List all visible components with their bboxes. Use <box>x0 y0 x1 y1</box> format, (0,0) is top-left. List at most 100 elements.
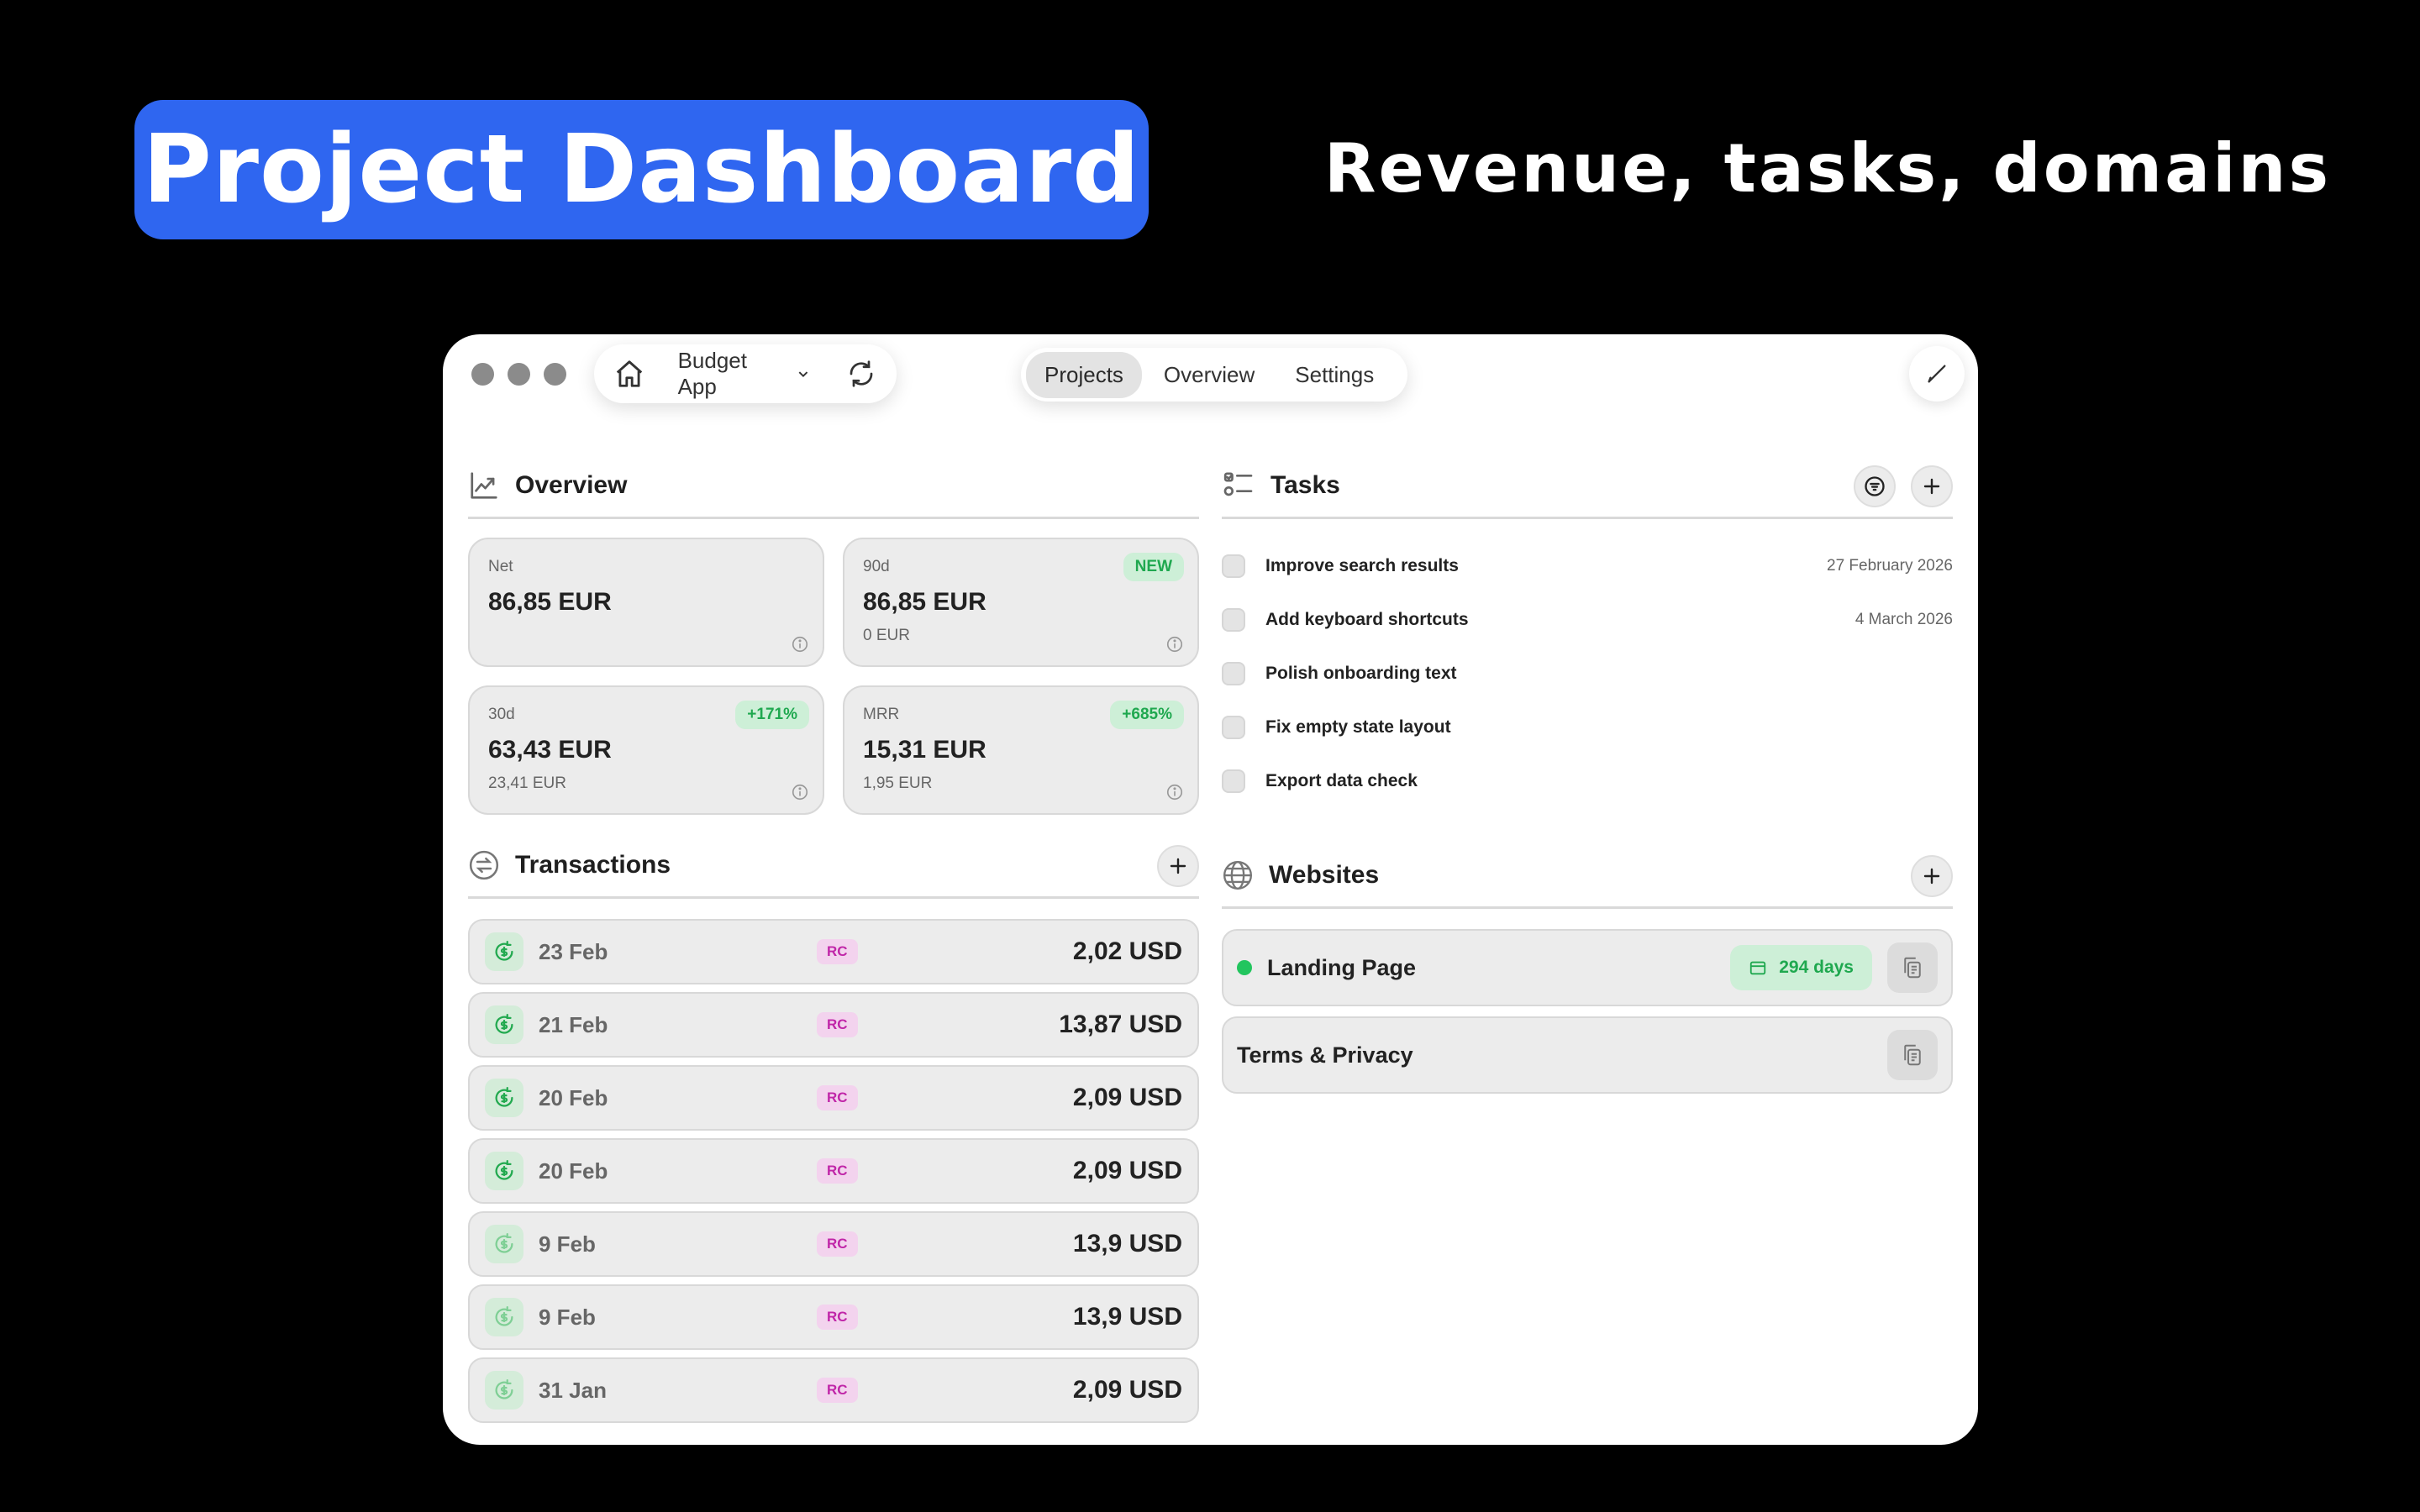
task-due-date: 4 March 2026 <box>1854 611 1953 628</box>
task-title[interactable]: Fix empty state layout <box>1265 717 1451 738</box>
transaction-date: 31 Jan <box>539 1377 607 1403</box>
days-remaining: 294 days <box>1779 958 1854 977</box>
copy-url-button[interactable] <box>1887 1030 1938 1080</box>
websites-section: Websites Landing Page 294 days Terms & P… <box>1222 850 1953 1094</box>
add-website-button[interactable] <box>1911 855 1953 897</box>
task-checkbox[interactable] <box>1222 716 1245 739</box>
window-controls <box>471 363 566 386</box>
transaction-amount: 2,09 USD <box>1072 1157 1182 1184</box>
tab-overview[interactable]: Overview <box>1145 352 1273 398</box>
info-icon[interactable] <box>791 783 809 801</box>
project-name: Budget App <box>677 348 747 399</box>
stat-badge: NEW <box>1123 553 1184 581</box>
task-due-date: 27 February 2026 <box>1827 557 1953 575</box>
minimize-window-button[interactable] <box>508 363 530 386</box>
websites-title: Websites <box>1269 860 1380 889</box>
plus-icon <box>1923 868 1940 885</box>
list-item: Export data check <box>1222 754 1953 808</box>
list-item: Fix empty state layout <box>1222 701 1953 754</box>
transaction-tag: RC <box>817 1085 858 1110</box>
stat-card-90d: 90d NEW 86,85 EUR 0 EUR <box>843 538 1199 667</box>
task-title[interactable]: Add keyboard shortcuts <box>1265 610 1469 630</box>
table-row[interactable]: 9 Feb RC 13,9 USD <box>468 1211 1199 1277</box>
transaction-amount: 2,09 USD <box>1072 1084 1182 1111</box>
transaction-amount: 13,9 USD <box>1072 1303 1182 1331</box>
transaction-tag: RC <box>817 1378 858 1403</box>
task-checkbox[interactable] <box>1222 608 1245 632</box>
dollar-refresh-icon <box>485 1371 523 1410</box>
right-column: Tasks Improve search results 27 February… <box>1222 460 1953 1094</box>
task-title[interactable]: Improve search results <box>1265 556 1459 576</box>
transaction-amount: 2,09 USD <box>1072 1376 1182 1404</box>
stat-card-net: Net 86,85 EUR <box>468 538 824 667</box>
globe-icon <box>1223 860 1253 890</box>
task-list: Improve search results 27 February 2026 … <box>1222 539 1953 808</box>
table-row[interactable]: 20 Feb RC 2,09 USD <box>468 1138 1199 1204</box>
transaction-tag: RC <box>817 1231 858 1257</box>
transaction-date: 9 Feb <box>539 1304 596 1330</box>
tasks-header: Tasks <box>1222 460 1953 519</box>
table-row[interactable]: 20 Feb RC 2,09 USD <box>468 1065 1199 1131</box>
hero-subtitle: Revenue, tasks, domains <box>1323 129 2332 207</box>
exchange-icon <box>469 850 499 879</box>
transaction-date: 20 Feb <box>539 1158 608 1184</box>
task-title[interactable]: Polish onboarding text <box>1265 664 1457 684</box>
add-task-button[interactable] <box>1911 465 1953 507</box>
stat-value: 15,31 EUR <box>863 736 986 764</box>
transaction-amount: 13,87 USD <box>1059 1011 1182 1038</box>
add-transaction-button[interactable] <box>1157 845 1199 887</box>
stat-sub: 1,95 EUR <box>863 774 933 792</box>
info-icon[interactable] <box>1165 635 1184 654</box>
stat-sub: 23,41 EUR <box>488 774 566 792</box>
dollar-refresh-icon <box>485 1005 523 1044</box>
transaction-date: 20 Feb <box>539 1084 608 1110</box>
overview-header: Overview <box>468 460 1199 519</box>
table-row[interactable]: 23 Feb RC 2,02 USD <box>468 919 1199 984</box>
task-title[interactable]: Export data check <box>1265 771 1418 791</box>
close-window-button[interactable] <box>471 363 494 386</box>
project-selector[interactable]: Budget App <box>678 348 810 400</box>
table-row[interactable]: 9 Feb RC 13,9 USD <box>468 1284 1199 1350</box>
home-button[interactable] <box>613 357 646 391</box>
domain-expiry-badge: 294 days <box>1730 945 1872 990</box>
transactions-list: 23 Feb RC 2,02 USD 21 Feb RC 13,87 USD 2… <box>468 919 1199 1423</box>
task-checkbox[interactable] <box>1222 769 1245 793</box>
list-item: Improve search results 27 February 2026 <box>1222 539 1953 593</box>
transaction-date: 23 Feb <box>539 938 608 964</box>
refresh-button[interactable] <box>844 357 878 391</box>
transaction-date: 9 Feb <box>539 1231 596 1257</box>
copy-icon <box>1904 957 1921 979</box>
filter-tasks-button[interactable] <box>1854 465 1896 507</box>
stat-value: 63,43 EUR <box>488 736 612 764</box>
table-row[interactable]: 21 Feb RC 13,87 USD <box>468 992 1199 1058</box>
transaction-tag: RC <box>817 1012 858 1037</box>
calendar-icon <box>1750 961 1766 975</box>
edit-button[interactable] <box>1909 346 1965 402</box>
tasks-title: Tasks <box>1270 470 1340 499</box>
info-icon[interactable] <box>1165 783 1184 801</box>
refresh-icon <box>850 360 873 387</box>
filter-icon <box>1865 476 1885 496</box>
stat-value: 86,85 EUR <box>863 588 986 616</box>
tasks-actions <box>1854 465 1953 507</box>
website-name: Landing Page <box>1267 954 1417 980</box>
trend-chart-icon <box>471 471 497 499</box>
transaction-amount: 2,02 USD <box>1072 937 1182 965</box>
zoom-window-button[interactable] <box>544 363 566 386</box>
task-checkbox[interactable] <box>1222 662 1245 685</box>
tab-settings[interactable]: Settings <box>1276 352 1392 398</box>
tab-projects[interactable]: Projects <box>1026 351 1142 398</box>
home-icon <box>616 360 642 387</box>
dollar-refresh-icon <box>485 1152 523 1190</box>
task-checkbox[interactable] <box>1222 554 1245 578</box>
website-row[interactable]: Landing Page 294 days <box>1222 929 1953 1006</box>
dollar-refresh-icon <box>485 1079 523 1117</box>
hero-title-pill: Project Dashboard <box>134 100 1149 239</box>
website-row[interactable]: Terms & Privacy <box>1222 1016 1953 1094</box>
stat-card-30d: 30d +171% 63,43 EUR 23,41 EUR <box>468 685 824 815</box>
overview-title: Overview <box>515 470 628 499</box>
dollar-refresh-icon <box>485 1298 523 1336</box>
copy-url-button[interactable] <box>1887 942 1938 993</box>
table-row[interactable]: 31 Jan RC 2,09 USD <box>468 1357 1199 1423</box>
info-icon[interactable] <box>791 635 809 654</box>
